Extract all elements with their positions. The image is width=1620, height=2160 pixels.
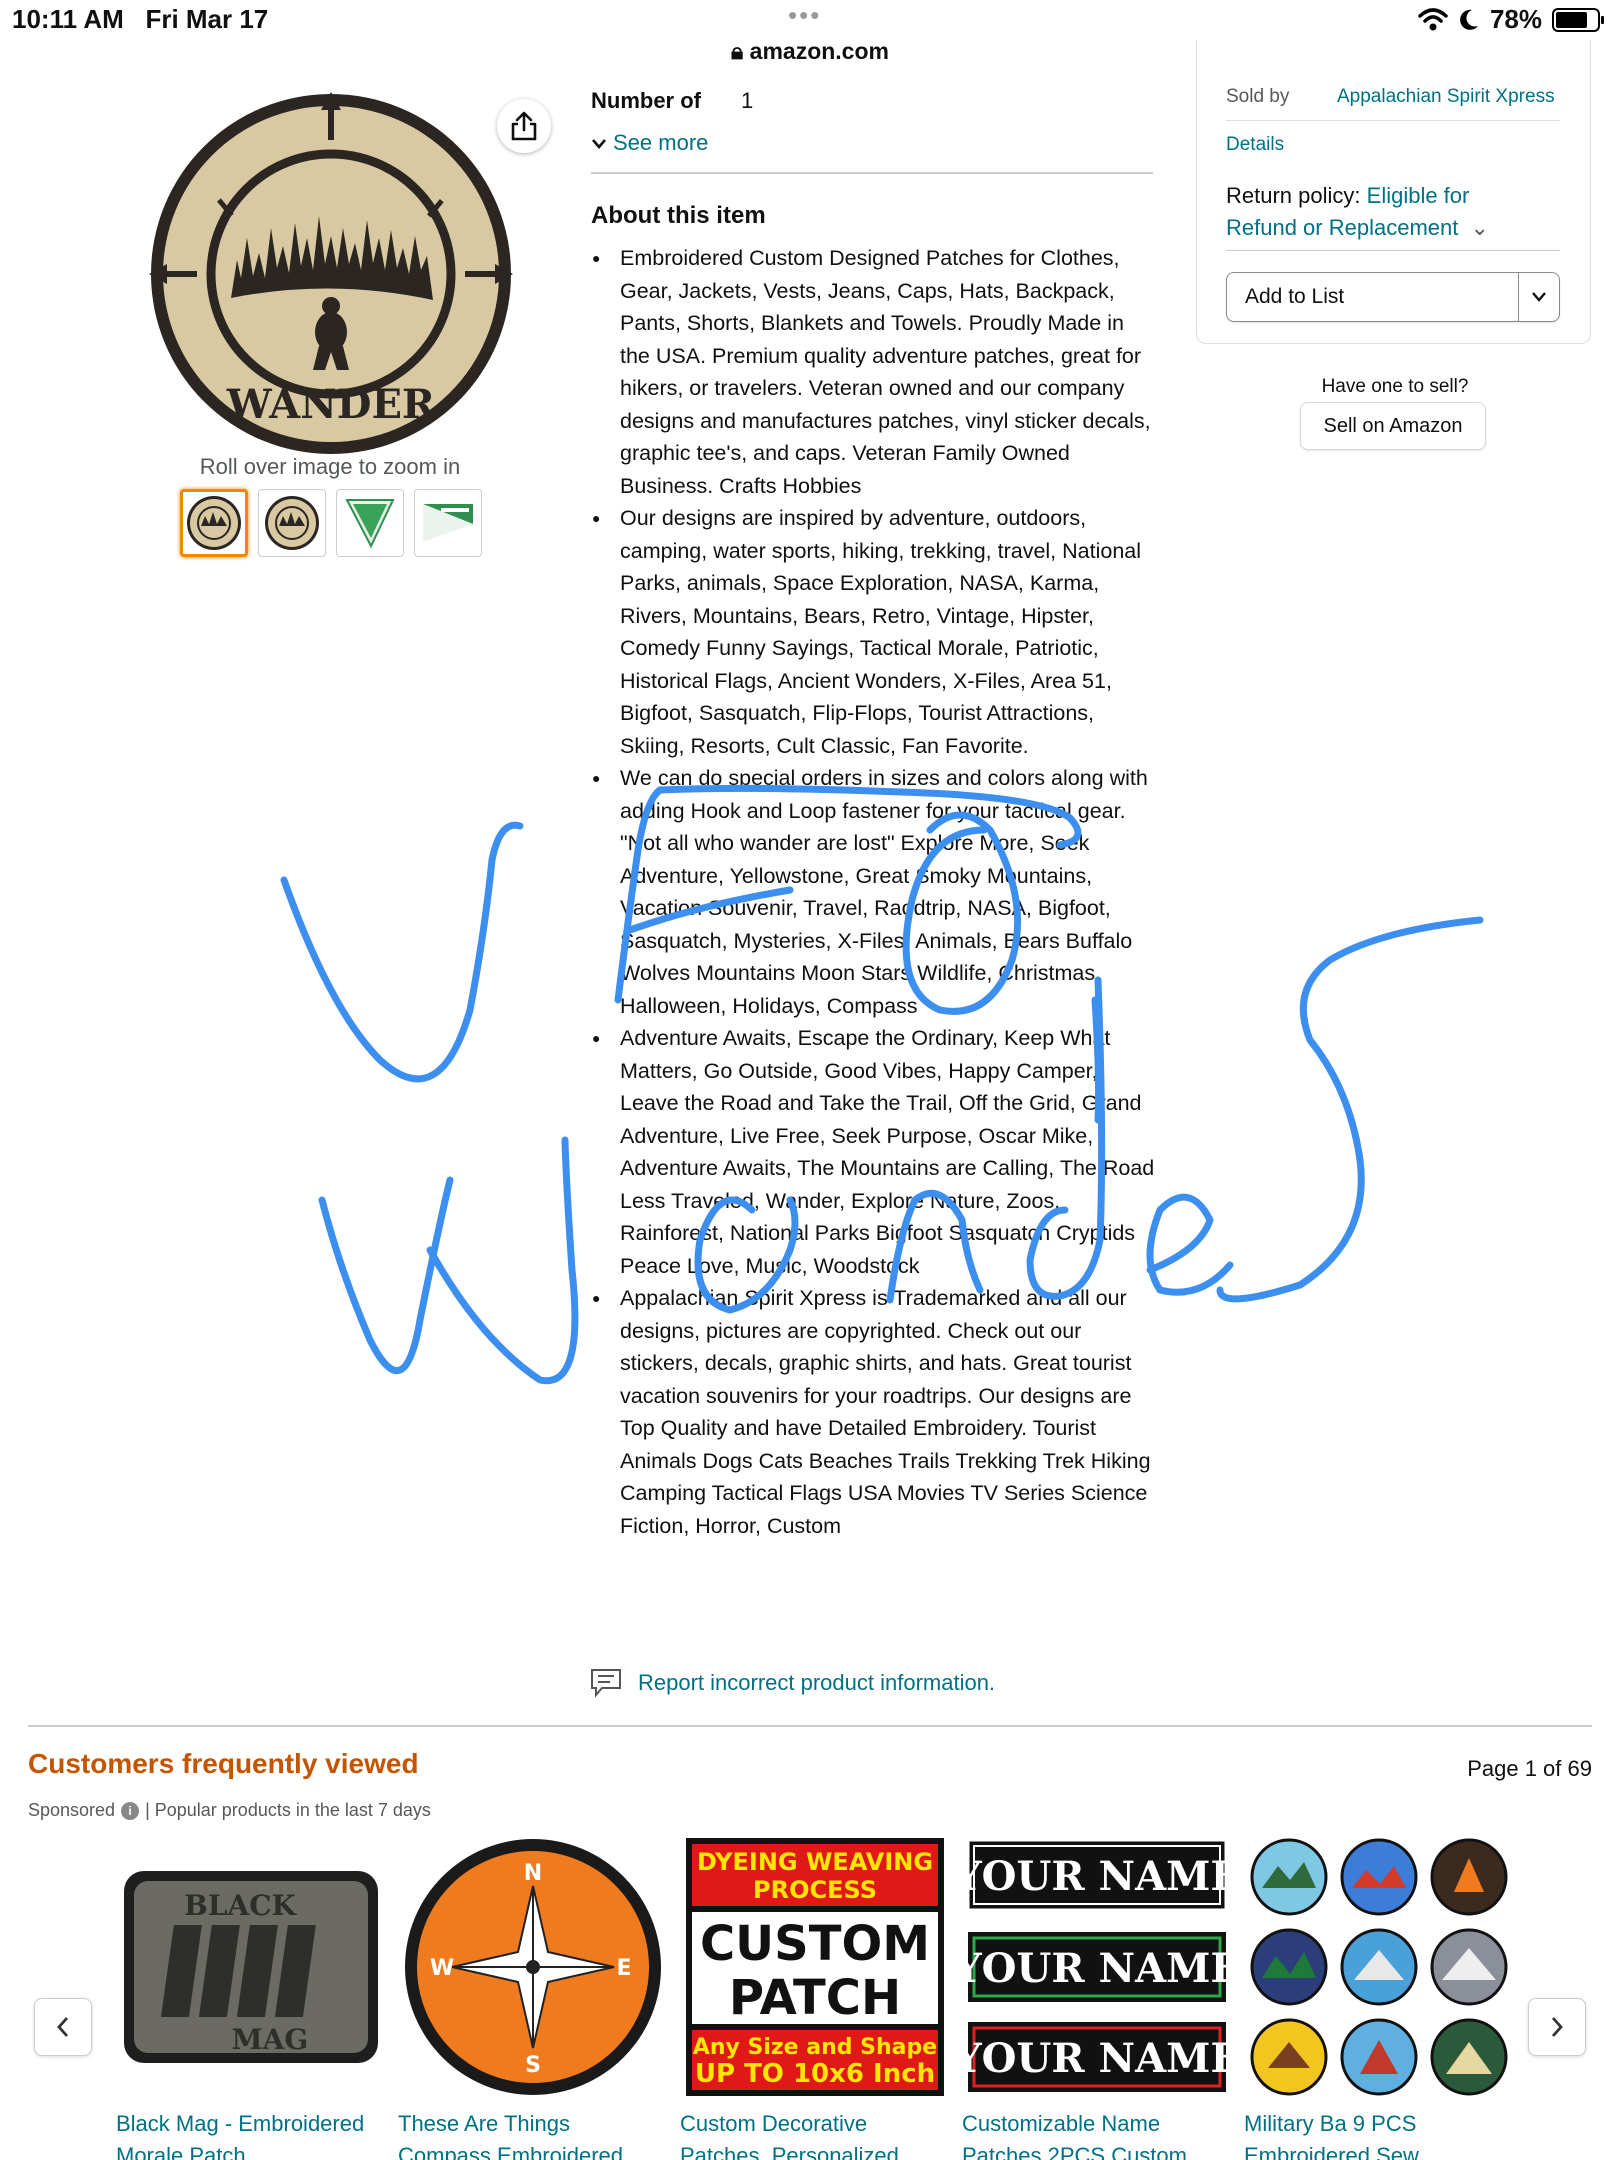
sold-by-label: Sold by — [1226, 86, 1290, 107]
carousel-product[interactable]: Military Ba 9 PCS Embroidered Sew — [1244, 1836, 1514, 2160]
name-patch-text: YOUR NAME — [966, 2035, 1228, 2082]
product-title[interactable]: Black Mag - Embroidered Morale Patch — [116, 2108, 386, 2160]
product-image-text: UP TO 10x6 Inch — [695, 2059, 935, 2089]
moon-icon — [1460, 9, 1478, 30]
compass-e: E — [616, 1956, 631, 1981]
about-title: About this item — [591, 202, 766, 229]
status-time: 10:11 AM Fri Mar 17 — [12, 4, 269, 34]
chevron-left-icon — [57, 2017, 69, 2037]
share-button[interactable] — [497, 99, 551, 153]
compass-n: N — [524, 1861, 542, 1886]
chevron-down-icon — [592, 139, 606, 150]
sponsored-label: Sponsored — [28, 1800, 116, 1820]
sell-on-amazon-button[interactable]: Sell on Amazon — [1300, 402, 1486, 450]
carousel-prev-button[interactable] — [34, 1998, 92, 2056]
carousel-product[interactable]: N S E W These Are Things Compass Embroid… — [398, 1836, 668, 2160]
carousel-product[interactable]: BLACK MAG Black Mag - Embroidered Morale… — [116, 1836, 386, 2160]
product-image-text: BLACK — [184, 1889, 297, 1922]
number-of-items-row: Number of 1 — [591, 88, 753, 114]
product-image[interactable]: YOUR NAME YOUR NAME YOUR NAME — [962, 1836, 1232, 2098]
status-indicators: 78% — [1418, 4, 1604, 35]
info-icon[interactable]: i — [121, 1801, 140, 1820]
chevron-right-icon — [1551, 2017, 1563, 2037]
seller-link[interactable]: Appalachian Spirit Xpress — [1337, 86, 1559, 108]
about-bullet: Embroidered Custom Designed Patches for … — [592, 242, 1158, 502]
about-bullets: Embroidered Custom Designed Patches for … — [592, 242, 1158, 1542]
wifi-icon — [1418, 7, 1448, 30]
compass-w: W — [430, 1956, 454, 1981]
product-image-text: PATCH — [729, 1970, 901, 2026]
product-image-text: PROCESS — [753, 1876, 877, 1904]
carousel-title: Customers frequently viewed — [28, 1748, 419, 1779]
chevron-down-icon — [1532, 292, 1546, 302]
name-patch-text: YOUR NAME — [966, 1853, 1228, 1900]
url-text: amazon.com — [749, 38, 889, 64]
product-image-text: CUSTOM — [700, 1916, 930, 1972]
main-product-image[interactable]: WANDER — [145, 88, 517, 460]
zoom-hint: Roll over image to zoom in — [199, 454, 461, 479]
lock-icon: 🔒︎ — [731, 38, 744, 64]
seller-divider — [1226, 120, 1560, 121]
product-image[interactable]: BLACK MAG — [116, 1836, 386, 2098]
about-bullet: Adventure Awaits, Escape the Ordinary, K… — [592, 1022, 1158, 1282]
return-policy: Return policy: Eligible for Refund or Re… — [1226, 180, 1546, 244]
product-title[interactable]: Military Ba 9 PCS Embroidered Sew — [1244, 2108, 1514, 2160]
page-indicator: Page 1 of 69 — [1467, 1756, 1592, 1781]
patch-wander-text: WANDER — [226, 381, 436, 428]
carousel-product[interactable]: YOUR NAME YOUR NAME YOUR NAME Customizab… — [962, 1836, 1232, 2160]
product-title[interactable]: Custom Decorative Patches, Personalized — [680, 2108, 950, 2160]
thumbnail-1[interactable] — [180, 489, 248, 557]
battery-percent: 78% — [1489, 4, 1542, 34]
product-title[interactable]: These Are Things Compass Embroidered — [398, 2108, 668, 2160]
product-image-text: MAG — [232, 2023, 309, 2056]
name-patch-text: YOUR NAME — [966, 1945, 1228, 1992]
product-image-text: Any Size and Shape — [693, 2035, 937, 2060]
thumbnail-3[interactable] — [336, 489, 404, 557]
details-link[interactable]: Details — [1226, 134, 1284, 156]
see-more-link[interactable]: See more — [591, 130, 708, 156]
sponsored-row: Sponsored i | Popular products in the la… — [28, 1800, 431, 1821]
number-of-value: 1 — [741, 88, 754, 113]
product-image[interactable]: N S E W — [398, 1836, 668, 2098]
product-title[interactable]: Customizable Name Patches 2PCS,Custom — [962, 2108, 1232, 2160]
add-to-list-button[interactable]: Add to List — [1226, 272, 1560, 322]
carousel-product[interactable]: DYEING WEAVING PROCESS CUSTOM PATCH Any … — [680, 1836, 950, 2160]
about-bullet: We can do special orders in sizes and co… — [592, 762, 1158, 1022]
add-to-list-label: Add to List — [1245, 285, 1345, 308]
carousel-subtitle: | Popular products in the last 7 days — [145, 1800, 431, 1820]
feedback-icon — [591, 1669, 621, 1698]
details-divider — [591, 172, 1153, 174]
have-one-to-sell: Have one to sell? — [1321, 376, 1469, 397]
multitask-dots[interactable]: ••• — [788, 0, 821, 31]
share-icon — [511, 111, 537, 141]
product-image-text: DYEING WEAVING — [697, 1848, 933, 1876]
about-bullet: Appalachian Spirit Xpress is Trademarked… — [592, 1282, 1158, 1542]
product-image[interactable]: DYEING WEAVING PROCESS CUSTOM PATCH Any … — [680, 1836, 950, 2098]
battery-icon — [1552, 7, 1604, 32]
section-divider — [28, 1725, 1592, 1727]
chevron-down-icon[interactable]: ⌄ — [1470, 215, 1488, 240]
about-bullet: Our designs are inspired by adventure, o… — [592, 502, 1158, 762]
thumbnail-4[interactable] — [414, 489, 482, 557]
report-incorrect-info-link[interactable]: Report incorrect product information. — [590, 1668, 995, 1698]
thumbnail-2[interactable] — [258, 489, 326, 557]
compass-s: S — [525, 2053, 541, 2078]
return-divider — [1226, 250, 1560, 251]
product-image[interactable] — [1244, 1836, 1514, 2098]
carousel-next-button[interactable] — [1528, 1998, 1586, 2056]
return-policy-label: Return policy: — [1226, 183, 1361, 208]
add-to-list-dropdown[interactable] — [1525, 283, 1553, 311]
number-of-label: Number of — [591, 88, 701, 113]
add-to-list-separator — [1518, 273, 1519, 321]
thumbnail-strip — [180, 489, 482, 557]
